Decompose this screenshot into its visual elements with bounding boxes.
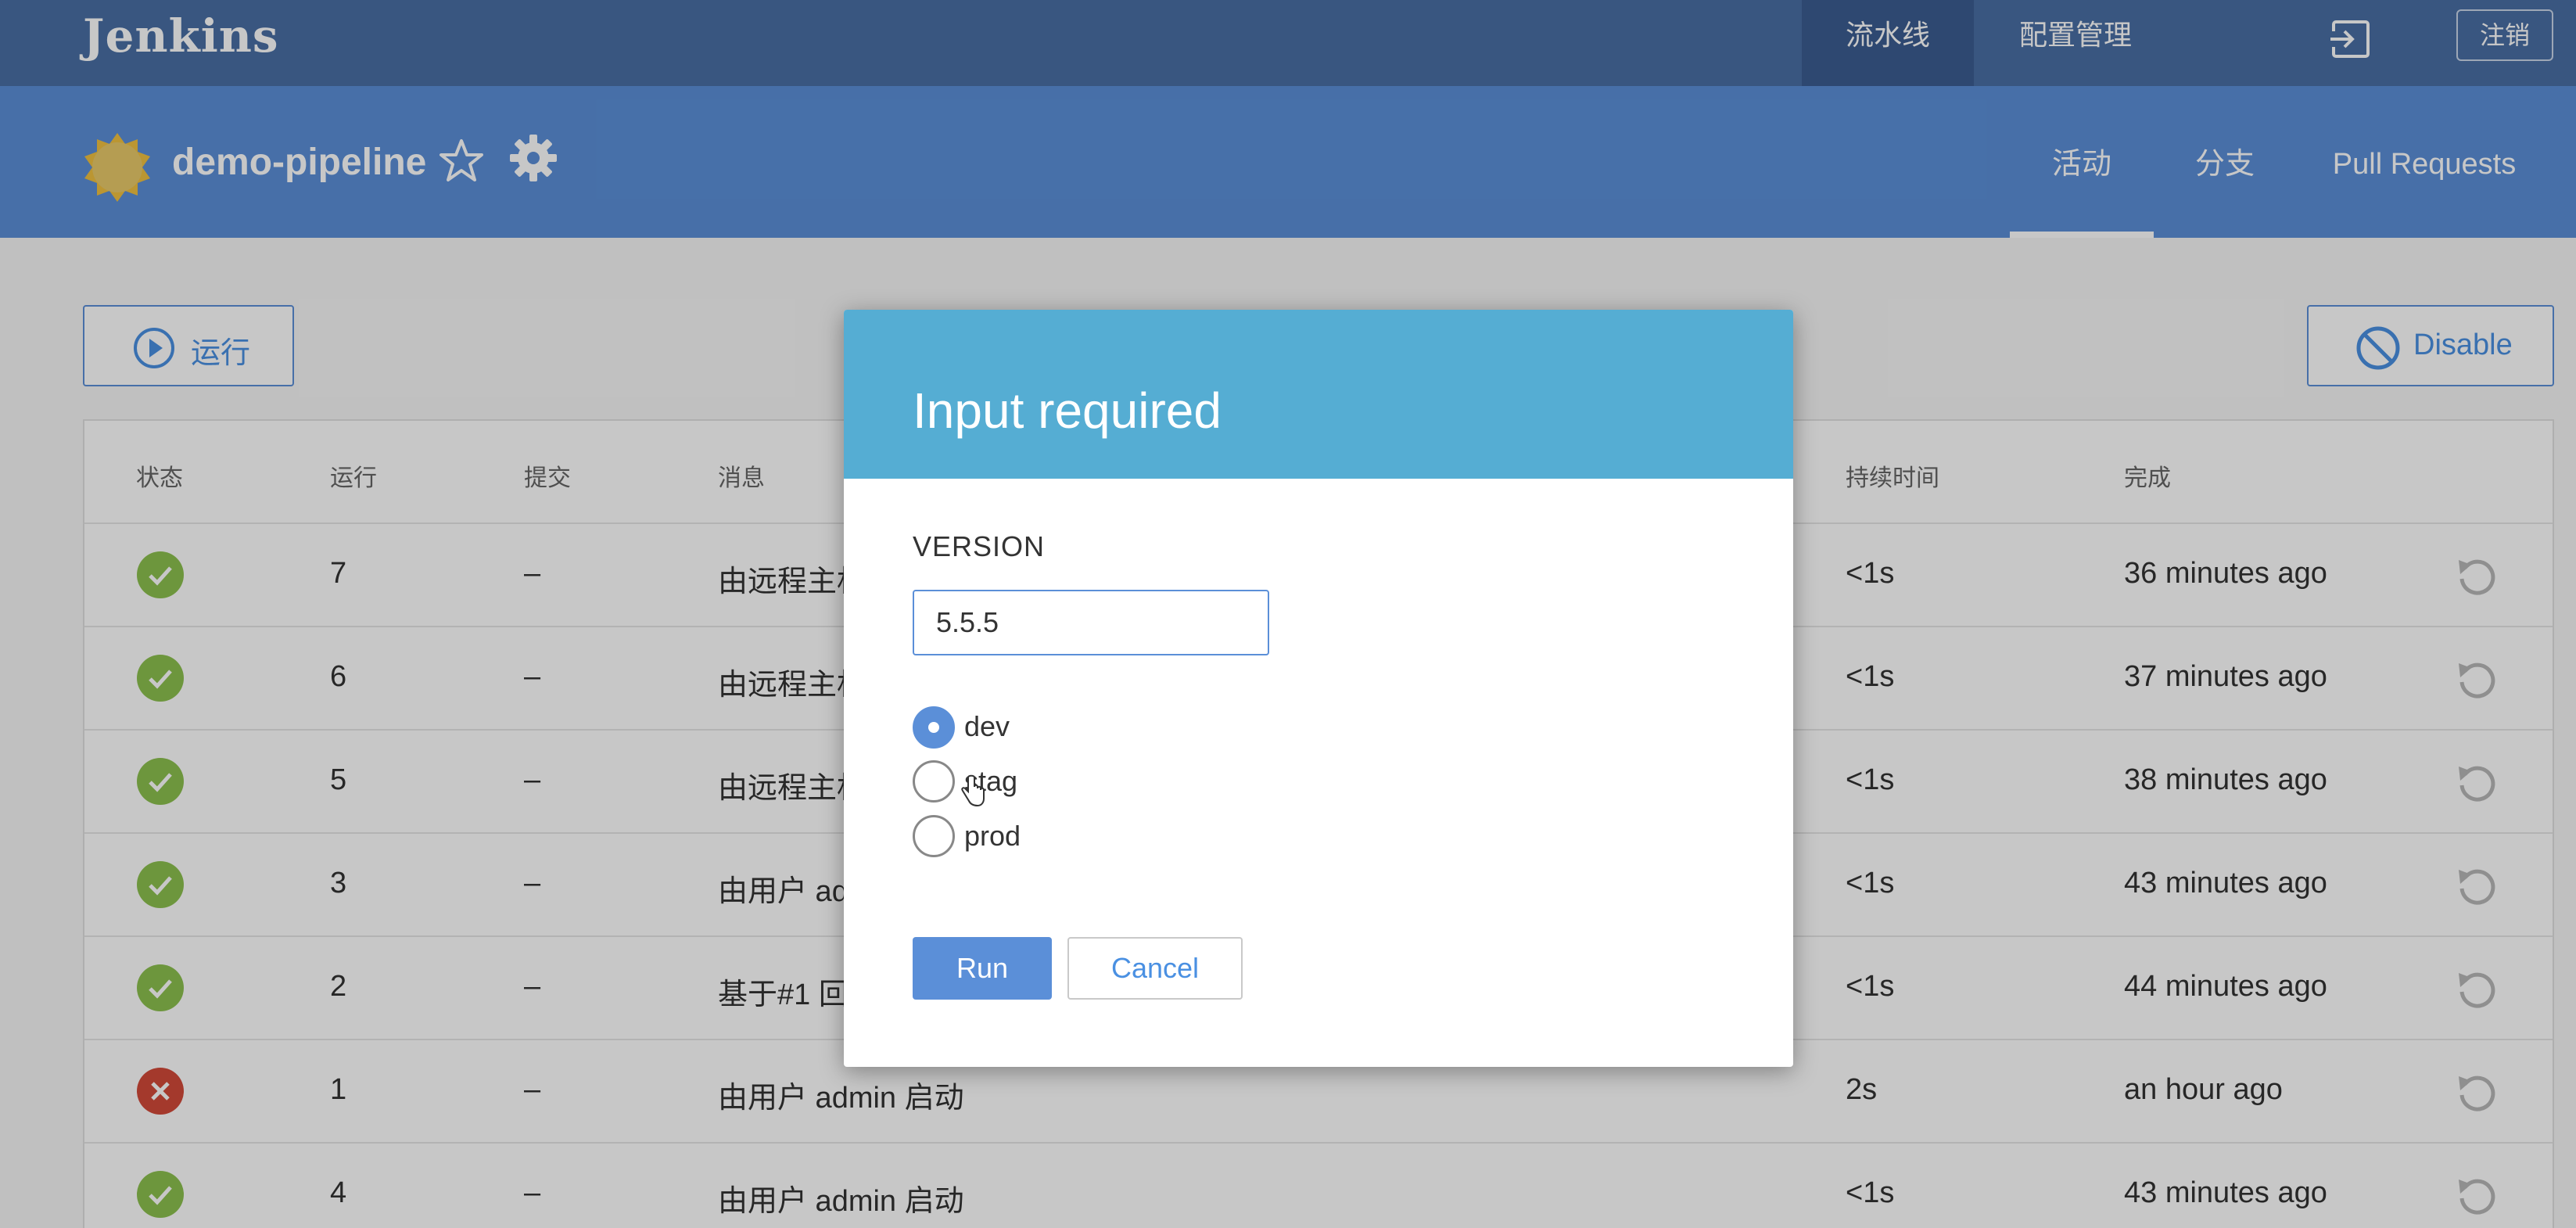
dialog-title: Input required (913, 382, 1222, 439)
radio-dev-label[interactable]: dev (964, 710, 1010, 743)
version-input[interactable] (913, 590, 1269, 655)
dialog-header: Input required (844, 310, 1793, 479)
dialog-run-button[interactable]: Run (913, 937, 1052, 1000)
radio-prod-label[interactable]: prod (964, 820, 1021, 853)
hand-cursor-icon (961, 774, 985, 807)
radio-stag[interactable] (913, 760, 955, 803)
radio-prod[interactable] (913, 815, 955, 857)
dialog-cancel-button[interactable]: Cancel (1067, 937, 1243, 1000)
input-required-dialog: Input required VERSION dev stag prod Run… (844, 310, 1793, 1067)
version-label: VERSION (913, 530, 1046, 562)
radio-dev[interactable] (913, 706, 955, 749)
